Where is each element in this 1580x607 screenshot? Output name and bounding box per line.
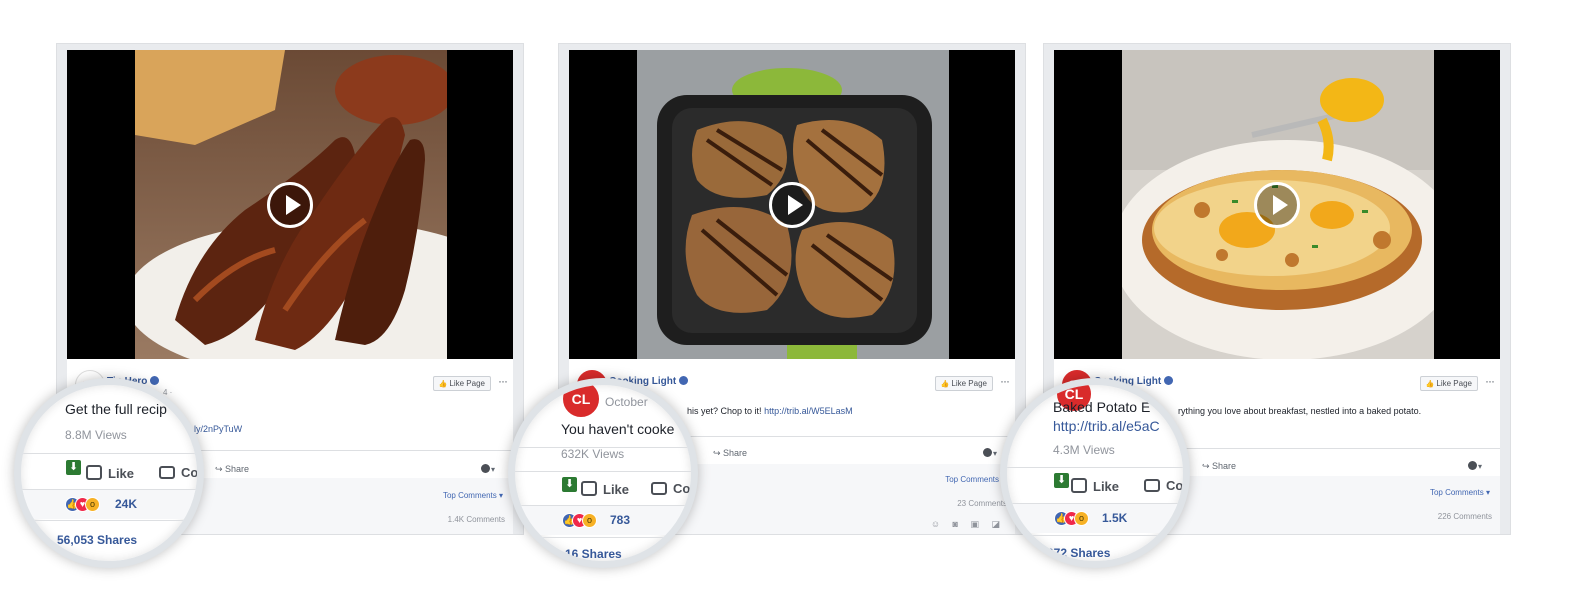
magnifier-post-3: CL Baked Potato E http://trib.al/e5aC 4.… bbox=[1000, 378, 1190, 568]
reaction-count[interactable]: 783 bbox=[610, 513, 630, 527]
play-icon[interactable] bbox=[1254, 182, 1300, 228]
page-logo-zoomed: CL bbox=[563, 385, 599, 417]
more-options-icon[interactable]: ··· bbox=[498, 374, 508, 388]
divider bbox=[1007, 503, 1183, 504]
verified-icon bbox=[679, 376, 689, 385]
magnifier-post-1: Get the full recip 8.8M Views ⬇ Like Co … bbox=[14, 378, 204, 568]
comment-icon bbox=[159, 466, 175, 479]
wow-reaction-icon: o bbox=[582, 513, 597, 528]
magnifier-post-2: CL October You haven't cooke 632K Views … bbox=[508, 378, 698, 568]
comment-count[interactable]: 23 Comments bbox=[957, 499, 1007, 508]
share-count[interactable]: 1,072 Shares bbox=[1037, 546, 1110, 560]
download-icon[interactable]: ⬇ bbox=[562, 477, 577, 492]
post-text: his yet? Chop to it! http://trib.al/W5EL… bbox=[687, 406, 853, 416]
divider bbox=[515, 505, 691, 506]
reaction-strip bbox=[1007, 503, 1183, 533]
divider bbox=[515, 471, 691, 472]
post-2-video[interactable] bbox=[569, 50, 1015, 359]
comment-count[interactable]: 1.4K Comments bbox=[448, 515, 505, 524]
like-icon bbox=[86, 465, 102, 480]
audience-selector[interactable]: ▾ bbox=[1468, 461, 1486, 471]
post-text-zoomed: You haven't cooke bbox=[561, 421, 675, 437]
view-count: 8.8M Views bbox=[65, 428, 127, 442]
post-text-zoomed: Get the full recip bbox=[65, 401, 167, 417]
share-button[interactable]: Share bbox=[215, 464, 249, 475]
like-button[interactable]: Like bbox=[581, 481, 629, 497]
post-text: rything you love about breakfast, nestle… bbox=[1178, 406, 1422, 416]
divider bbox=[515, 537, 691, 538]
reaction-count[interactable]: 24K bbox=[115, 497, 137, 511]
comment-tools[interactable]: ☺ ◙ ▣ ◪ bbox=[931, 519, 1005, 530]
reaction-count[interactable]: 1.5K bbox=[1102, 511, 1127, 525]
comment-button[interactable]: Co bbox=[1144, 478, 1183, 493]
post-date-zoomed: October bbox=[605, 395, 648, 409]
divider bbox=[21, 489, 197, 490]
divider bbox=[21, 520, 197, 521]
wow-reaction-icon: o bbox=[85, 497, 100, 512]
post-link[interactable]: http://trib.al/W5ELasM bbox=[764, 406, 853, 416]
like-icon bbox=[581, 481, 597, 496]
like-button[interactable]: Like bbox=[1071, 478, 1119, 494]
post-link-zoomed[interactable]: http://trib.al/e5aC bbox=[1053, 418, 1160, 434]
share-count[interactable]: 16 Shares bbox=[565, 547, 622, 561]
like-page-button[interactable]: Like Page bbox=[432, 376, 491, 391]
comment-count[interactable]: 226 Comments bbox=[1438, 512, 1492, 521]
audience-selector[interactable]: ▾ bbox=[983, 448, 1001, 458]
audience-selector[interactable]: ▾ bbox=[481, 464, 499, 474]
play-icon[interactable] bbox=[267, 182, 313, 228]
share-count[interactable]: 56,053 Shares bbox=[57, 533, 137, 547]
reaction-strip bbox=[515, 505, 691, 535]
like-page-button[interactable]: Like Page bbox=[934, 376, 993, 391]
comment-button[interactable]: Co bbox=[159, 465, 197, 480]
view-count: 632K Views bbox=[561, 447, 625, 461]
more-options-icon[interactable]: ··· bbox=[1485, 374, 1495, 388]
comment-button[interactable]: Co bbox=[651, 481, 690, 496]
comment-icon bbox=[651, 482, 667, 495]
top-comments-filter[interactable]: Top Comments ▾ bbox=[443, 491, 503, 500]
view-count: 4.3M Views bbox=[1053, 443, 1115, 457]
verified-icon bbox=[150, 376, 160, 385]
download-icon[interactable]: ⬇ bbox=[1054, 473, 1069, 488]
comment-icon bbox=[1144, 479, 1160, 492]
more-options-icon[interactable]: ··· bbox=[1000, 374, 1010, 388]
reaction-strip bbox=[21, 489, 197, 519]
wow-reaction-icon: o bbox=[1074, 511, 1089, 526]
share-button[interactable]: Share bbox=[1202, 461, 1236, 472]
top-comments-filter[interactable]: Top Comments bbox=[945, 475, 999, 484]
divider bbox=[1007, 535, 1183, 536]
play-icon[interactable] bbox=[769, 182, 815, 228]
like-page-button[interactable]: Like Page bbox=[1419, 376, 1478, 391]
post-text-zoomed: Baked Potato E bbox=[1053, 399, 1151, 415]
divider bbox=[21, 453, 197, 454]
divider bbox=[1007, 467, 1183, 468]
post-1-video[interactable] bbox=[67, 50, 513, 359]
like-button[interactable]: Like bbox=[86, 465, 134, 481]
share-button[interactable]: Share bbox=[713, 448, 747, 459]
post-3-video[interactable] bbox=[1054, 50, 1500, 359]
download-icon[interactable]: ⬇ bbox=[66, 460, 81, 475]
top-comments-filter[interactable]: Top Comments ▾ bbox=[1430, 488, 1490, 497]
like-icon bbox=[1071, 478, 1087, 493]
verified-icon bbox=[1164, 376, 1174, 385]
